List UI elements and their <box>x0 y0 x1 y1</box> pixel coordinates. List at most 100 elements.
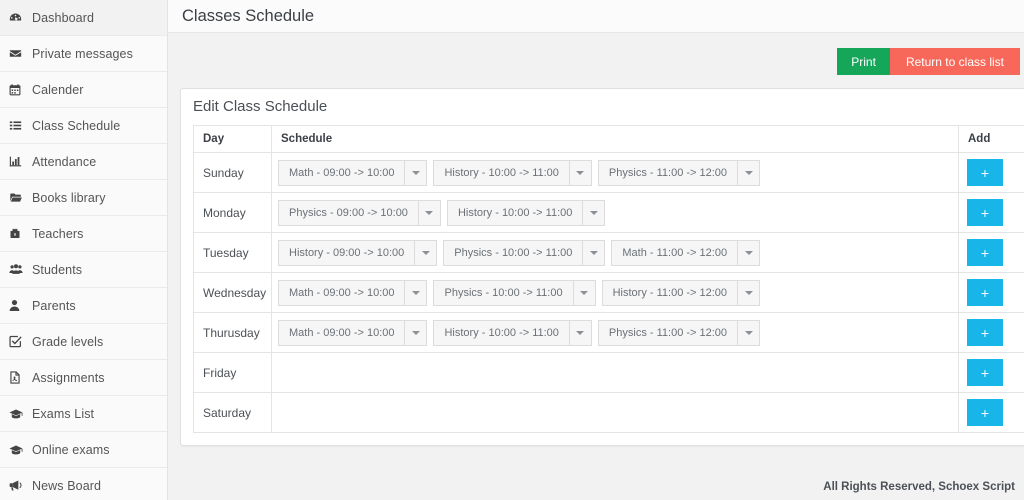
day-label: Monday <box>193 192 272 233</box>
schedule-item-dropdown-toggle[interactable] <box>582 239 606 266</box>
sidebar-item-books-library[interactable]: Books library <box>0 180 167 216</box>
footer: All Rights Reserved, Schoex Script <box>168 474 1024 500</box>
graduation-cap-icon <box>9 444 27 456</box>
schedule-item-button[interactable]: Physics - 10:00 -> 11:00 <box>443 239 583 266</box>
add-schedule-button[interactable]: + <box>967 399 1003 426</box>
schedule-item-dropdown-toggle[interactable] <box>414 239 438 266</box>
day-label: Saturday <box>193 392 272 433</box>
column-header-schedule: Schedule <box>271 125 959 153</box>
print-button[interactable]: Print <box>837 48 890 75</box>
bullhorn-icon <box>9 479 27 492</box>
sidebar-item-calender[interactable]: Calender <box>0 72 167 108</box>
edit-class-schedule-panel: Edit Class Schedule Day Schedule Add Sun… <box>180 88 1024 446</box>
sidebar-item-online-exams[interactable]: Online exams <box>0 432 167 468</box>
schedule-table: Day Schedule Add Sunday Math - 09:00 -> 1… <box>193 125 1024 433</box>
day-label: Sunday <box>193 152 272 193</box>
schedule-item-dropdown-toggle[interactable] <box>404 319 428 346</box>
schedule-item-button[interactable]: History - 10:00 -> 11:00 <box>433 159 569 186</box>
page-header: Classes Schedule <box>168 0 1024 33</box>
schedule-item-dropdown-toggle[interactable] <box>737 279 761 306</box>
schedule-item-button[interactable]: Physics - 09:00 -> 10:00 <box>278 199 418 226</box>
schedule-item-button[interactable]: History - 10:00 -> 11:00 <box>433 319 569 346</box>
chevron-down-icon <box>744 290 753 295</box>
add-schedule-button[interactable]: + <box>967 239 1003 266</box>
schedule-item-group: Math - 11:00 -> 12:00 <box>611 239 761 266</box>
list-icon <box>9 119 27 132</box>
schedule-item-dropdown-toggle[interactable] <box>568 159 592 186</box>
check-square-icon <box>9 335 27 348</box>
schedule-item-button[interactable]: Math - 09:00 -> 10:00 <box>278 159 405 186</box>
sidebar-item-exams-list[interactable]: Exams List <box>0 396 167 432</box>
sidebar-item-label: Grade levels <box>32 334 104 349</box>
schedule-item-dropdown-toggle[interactable] <box>737 319 761 346</box>
return-to-class-list-button[interactable]: Return to class list <box>889 48 1020 75</box>
schedule-item-button[interactable]: Math - 09:00 -> 10:00 <box>278 279 405 306</box>
schedule-cell: History - 09:00 -> 10:00 Physics - 10:00 … <box>271 232 959 273</box>
schedule-item-group: History - 10:00 -> 11:00 <box>433 319 592 346</box>
schedule-item-dropdown-toggle[interactable] <box>404 279 428 306</box>
add-cell: + <box>958 352 1024 393</box>
sidebar-item-grade-levels[interactable]: Grade levels <box>0 324 167 360</box>
sidebar-item-parents[interactable]: Parents <box>0 288 167 324</box>
add-schedule-button[interactable]: + <box>967 319 1003 346</box>
schedule-item-dropdown-toggle[interactable] <box>572 279 596 306</box>
table-row: Saturday + <box>193 392 1024 433</box>
schedule-item-dropdown-toggle[interactable] <box>568 319 592 346</box>
schedule-item-button[interactable]: Physics - 11:00 -> 12:00 <box>597 159 738 186</box>
chevron-down-icon <box>576 330 585 335</box>
schedule-item-dropdown-toggle[interactable] <box>417 199 441 226</box>
schedule-cell <box>271 352 959 393</box>
add-schedule-button[interactable]: + <box>967 199 1003 226</box>
add-cell: + <box>958 192 1024 233</box>
schedule-item-group: Physics - 10:00 -> 11:00 <box>443 239 606 266</box>
table-row: Wednesday Math - 09:00 -> 10:00 Physics - … <box>193 272 1024 313</box>
table-header-row: Day Schedule Add <box>193 125 1024 153</box>
schedule-item-dropdown-toggle[interactable] <box>737 159 761 186</box>
sidebar-item-students[interactable]: Students <box>0 252 167 288</box>
sidebar-item-private-messages[interactable]: Private messages <box>0 36 167 72</box>
chevron-down-icon <box>576 170 585 175</box>
schedule-item-button[interactable]: Physics - 10:00 -> 11:00 <box>433 279 573 306</box>
schedule-item-button[interactable]: History - 11:00 -> 12:00 <box>601 279 738 306</box>
envelope-icon <box>9 47 27 60</box>
sidebar: Dashboard Private messages Calender Class S… <box>0 0 168 500</box>
schedule-item-dropdown-toggle[interactable] <box>404 159 428 186</box>
schedule-item-group: History - 09:00 -> 10:00 <box>278 239 438 266</box>
schedule-cell: Math - 09:00 -> 10:00 History - 10:00 -> … <box>271 152 959 193</box>
sidebar-item-label: Books library <box>32 190 106 205</box>
schedule-item-button[interactable]: Physics - 11:00 -> 12:00 <box>597 319 738 346</box>
folder-open-icon <box>9 191 27 204</box>
chevron-down-icon <box>744 170 753 175</box>
sidebar-item-news-board[interactable]: News Board <box>0 468 167 500</box>
sidebar-item-teachers[interactable]: Teachers <box>0 216 167 252</box>
add-cell: + <box>958 272 1024 313</box>
schedule-item-dropdown-toggle[interactable] <box>737 239 761 266</box>
schedule-item-button[interactable]: History - 10:00 -> 11:00 <box>446 199 583 226</box>
calendar-icon <box>9 83 27 96</box>
schedule-item-dropdown-toggle[interactable] <box>582 199 606 226</box>
add-cell: + <box>958 152 1024 193</box>
chevron-down-icon <box>411 290 420 295</box>
schedule-item-button[interactable]: History - 09:00 -> 10:00 <box>278 239 415 266</box>
schedule-cell: Physics - 09:00 -> 10:00 History - 10:00 … <box>271 192 959 233</box>
sidebar-item-assignments[interactable]: Assignments <box>0 360 167 396</box>
sidebar-item-attendance[interactable]: Attendance <box>0 144 167 180</box>
chevron-down-icon <box>589 210 598 215</box>
sidebar-item-label: Private messages <box>32 46 133 61</box>
sidebar-item-label: Parents <box>32 298 76 313</box>
add-schedule-button[interactable]: + <box>967 359 1003 386</box>
add-schedule-button[interactable]: + <box>967 159 1003 186</box>
day-label: Friday <box>193 352 272 393</box>
schedule-cell: Math - 09:00 -> 10:00 History - 10:00 -> … <box>271 312 959 353</box>
sidebar-item-dashboard[interactable]: Dashboard <box>0 0 167 36</box>
sidebar-item-label: Assignments <box>32 370 105 385</box>
schedule-item-button[interactable]: Math - 11:00 -> 12:00 <box>611 239 738 266</box>
schedule-item-button[interactable]: Math - 09:00 -> 10:00 <box>278 319 405 346</box>
main-content: Classes Schedule Print Return to class l… <box>168 0 1024 500</box>
graduation-cap-icon <box>9 408 27 420</box>
add-schedule-button[interactable]: + <box>967 279 1003 306</box>
briefcase-icon <box>9 227 27 240</box>
chevron-down-icon <box>744 250 753 255</box>
sidebar-item-class-schedule[interactable]: Class Schedule <box>0 108 167 144</box>
sidebar-item-label: Students <box>32 262 83 277</box>
